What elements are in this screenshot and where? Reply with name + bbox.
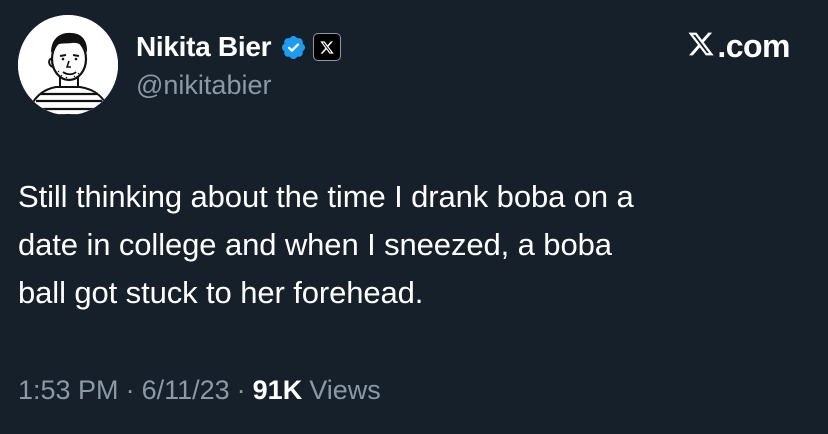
author-handle[interactable]: @nikitabier <box>136 70 271 101</box>
tweet-meta: 1:53 PM · 6/11/23 · 91K Views <box>18 375 381 406</box>
avatar-portrait-icon <box>18 15 118 115</box>
views-count: 91K <box>252 375 303 405</box>
meta-separator: · <box>125 375 135 405</box>
verified-badge-icon <box>280 34 307 61</box>
tweet-time[interactable]: 1:53 PM <box>18 375 119 406</box>
author-display-name[interactable]: Nikita Bier <box>136 31 272 63</box>
x-brand-logo: .com <box>686 26 790 66</box>
x-affiliation-badge-icon <box>313 33 342 61</box>
views-label: Views <box>309 375 381 405</box>
x-logo-icon <box>686 30 716 63</box>
meta-separator: · <box>236 375 246 405</box>
brand-domain-text: .com <box>717 27 790 64</box>
tweet-text: Still thinking about the time I drank bo… <box>18 179 634 310</box>
avatar[interactable] <box>18 15 118 115</box>
tweet-date[interactable]: 6/11/23 <box>142 375 230 406</box>
author-name-row: Nikita Bier <box>136 27 342 67</box>
